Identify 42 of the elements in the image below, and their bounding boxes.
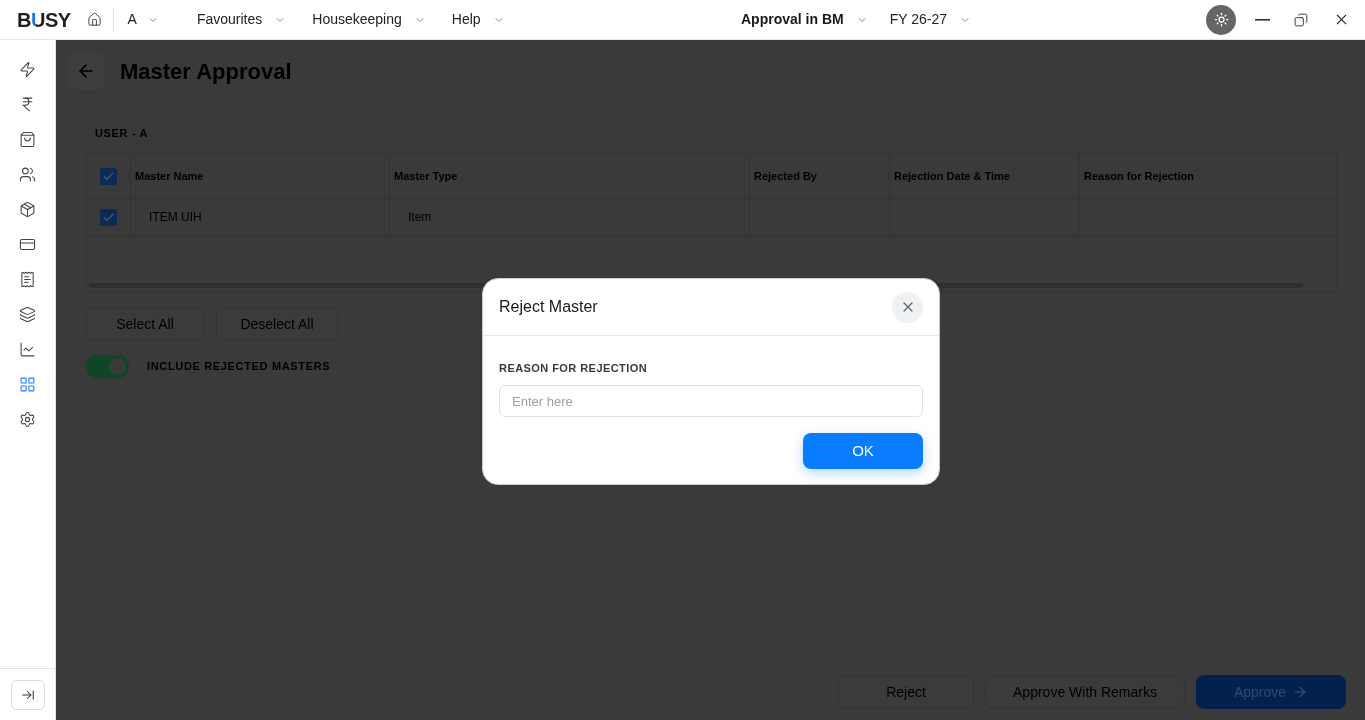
layers-icon: [19, 306, 36, 323]
home-icon: [87, 12, 103, 27]
restore-icon: [1294, 12, 1308, 27]
checkbox[interactable]: [100, 167, 117, 185]
page-title: Master Approval: [120, 57, 292, 86]
theme-button[interactable]: [1206, 4, 1236, 35]
ok-button[interactable]: OK: [803, 433, 923, 469]
collapse-button[interactable]: [11, 680, 45, 710]
field-label: REASON FOR REJECTION: [499, 361, 648, 375]
year-dropdown[interactable]: FY 26-27: [889, 9, 971, 30]
checkbox[interactable]: [100, 208, 117, 226]
column-header: Rejected By: [750, 154, 890, 198]
lightning-icon: [19, 61, 36, 78]
shopping-bag-icon: [19, 131, 36, 148]
users-icon: [19, 166, 36, 183]
minimize-icon: [1254, 18, 1270, 21]
arrow-to-line-icon: [21, 688, 35, 702]
context-dropdown[interactable]: Approval in BM: [741, 9, 868, 30]
column-header: Rejection Date & Time: [890, 154, 1080, 198]
menu-item[interactable]: Housekeeping: [312, 9, 426, 30]
reason-input[interactable]: Enter here: [499, 385, 923, 417]
logo: BUSY: [17, 9, 71, 30]
column-header: Master Name: [131, 154, 390, 198]
receipt-icon: [19, 271, 36, 288]
grid-icon: [19, 376, 36, 393]
box-icon: [19, 201, 36, 218]
user-label: USER - A: [95, 126, 149, 140]
dialog-title: Reject Master: [499, 297, 598, 317]
table-cell: Item: [390, 199, 750, 235]
column-header: Reason for Rejection: [1083, 168, 1196, 184]
toggle-label: INCLUDE REJECTED MASTERS: [147, 359, 331, 375]
menu-item[interactable]: Help: [451, 9, 505, 30]
column-header: Master Type: [390, 154, 750, 198]
menu-item[interactable]: Favourites: [196, 9, 287, 30]
toggle-switch[interactable]: [86, 355, 129, 378]
settings-icon: [19, 411, 36, 428]
card-icon: [19, 236, 36, 253]
company-dropdown[interactable]: A: [127, 9, 159, 30]
sun-icon: [1213, 12, 1229, 27]
table-cell: ITEM UIH: [131, 199, 390, 235]
line-chart-icon: [19, 341, 36, 358]
dialog-close-button[interactable]: [892, 291, 923, 323]
